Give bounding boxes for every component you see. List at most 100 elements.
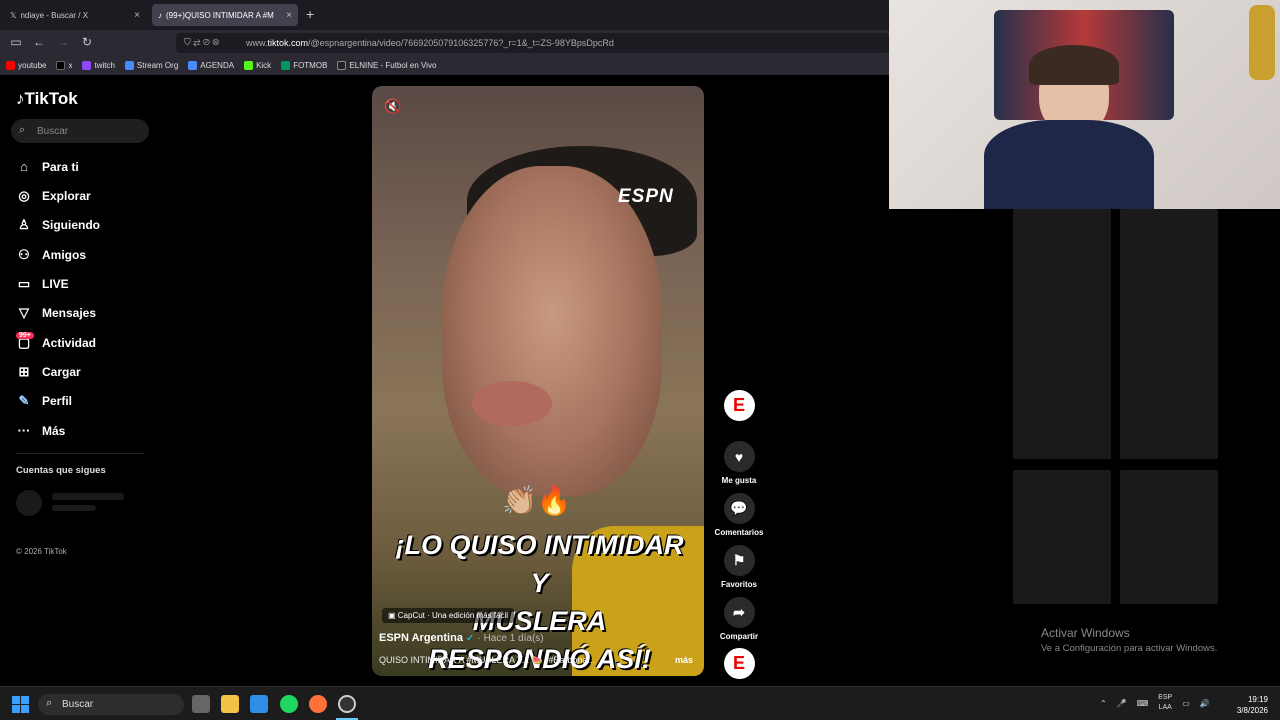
- author-avatar-button[interactable]: E: [714, 390, 764, 421]
- bookmark-fotmob[interactable]: FOTMOB: [281, 61, 327, 70]
- display-icon[interactable]: ▭: [1182, 699, 1190, 708]
- profile-icon: ✎: [18, 393, 30, 408]
- video-description: QUISO INTIMIDAR A #MUSLERA Y... 🍉 ¡#Barb…: [379, 655, 595, 665]
- sidebar-item-mensajes[interactable]: ▽ Mensajes: [16, 305, 96, 321]
- video-player[interactable]: ESPN 🔇 👏🏼🔥 ¡LO QUISO INTIMIDAR Y MUSLERA…: [372, 86, 704, 676]
- close-tab-icon[interactable]: ×: [286, 10, 292, 21]
- heart-icon: ♥: [723, 441, 755, 472]
- spotify-icon[interactable]: [280, 695, 298, 713]
- sidebar-item-amigos[interactable]: ⚇ Amigos: [16, 247, 86, 263]
- search-icon: ⌕: [46, 697, 53, 709]
- notepad-icon[interactable]: [250, 695, 268, 713]
- tab-tiktok-video[interactable]: ♪ (99+)QUISO INTIMIDAR A #M ×: [152, 4, 298, 26]
- video-thumb-placeholder[interactable]: [1120, 325, 1218, 459]
- video-thumb-placeholder[interactable]: [1120, 470, 1218, 604]
- new-tab-icon[interactable]: +: [306, 6, 314, 22]
- url-text: www.tiktok.com/@espnargentina/video/7669…: [246, 38, 614, 48]
- bookmark-kick[interactable]: Kick: [244, 61, 271, 70]
- chevron-up-icon[interactable]: ⌃: [1100, 699, 1107, 708]
- obs-icon[interactable]: [338, 695, 356, 713]
- bookmark-agenda[interactable]: AGENDA: [188, 61, 234, 70]
- bookmark-youtube[interactable]: youtube: [6, 61, 46, 70]
- tab-x-search[interactable]: 𝕏 ndiaye - Buscar / X ×: [4, 4, 146, 26]
- x-logo-icon: [56, 61, 66, 70]
- sidebar-item-explorar[interactable]: ◎ Explorar: [16, 188, 90, 204]
- espn-watermark: ESPN: [618, 186, 674, 207]
- webcam-overlay: [889, 0, 1280, 209]
- video-thumb-placeholder[interactable]: [1013, 470, 1111, 604]
- file-explorer-icon[interactable]: [221, 695, 239, 713]
- doc-icon: [124, 61, 134, 70]
- comment-icon: 💬: [723, 493, 755, 524]
- shield-icon[interactable]: ⛉ ⇄ ⊘ ⊗: [184, 37, 219, 48]
- language-indicator[interactable]: ESP LAA: [1158, 693, 1172, 713]
- loading-avatar: [16, 490, 42, 516]
- url-bar[interactable]: ⛉ ⇄ ⊘ ⊗ www.tiktok.com/@espnargentina/vi…: [176, 33, 889, 53]
- verified-icon: ✓: [466, 633, 475, 644]
- video-thumb-placeholder[interactable]: [1013, 325, 1111, 459]
- x-logo-icon: 𝕏: [10, 10, 17, 20]
- keyboard-icon[interactable]: ⌨: [1137, 699, 1149, 708]
- more-link[interactable]: más: [675, 655, 693, 665]
- tab-label: (99+)QUISO INTIMIDAR A #M: [166, 10, 274, 20]
- sidebar-item-perfil[interactable]: ✎ Perfil: [16, 393, 72, 409]
- system-tray: ⌃ 🎤 ⌨ ESP LAA ▭ 🔊: [1100, 693, 1210, 713]
- taskbar-clock[interactable]: 19:19 3/8/2026: [1230, 694, 1268, 716]
- comments-button[interactable]: 💬 Comentarios: [714, 493, 764, 537]
- bookmark-icon: ⚑: [723, 545, 755, 576]
- sound-avatar-button[interactable]: E: [714, 648, 764, 679]
- video-thumb-placeholder[interactable]: [1013, 209, 1111, 343]
- youtube-icon: [6, 61, 15, 70]
- close-tab-icon[interactable]: ×: [134, 10, 140, 21]
- forward-icon[interactable]: →: [54, 35, 72, 49]
- activity-badge: 99+: [16, 332, 34, 339]
- trophy-icon: [1249, 5, 1275, 80]
- back-icon[interactable]: ←: [30, 35, 48, 49]
- volume-icon[interactable]: 🔊: [1200, 699, 1210, 708]
- messages-icon: ▽: [19, 305, 29, 320]
- video-thumb-placeholder[interactable]: [1120, 209, 1218, 343]
- task-view-icon[interactable]: [192, 695, 210, 713]
- windows-start-icon[interactable]: [12, 696, 29, 713]
- live-icon: ▭: [17, 276, 31, 291]
- sidebar-item-live[interactable]: ▭ LIVE: [16, 276, 69, 292]
- browser-tab-bar: 𝕏 ndiaye - Buscar / X × ♪ (99+)QUISO INT…: [0, 0, 889, 30]
- mute-icon[interactable]: 🔇: [384, 98, 401, 115]
- capcut-icon: ▣: [388, 611, 398, 620]
- firefox-icon[interactable]: [309, 695, 327, 713]
- capcut-tag[interactable]: ▣ CapCut · Una edición más fácil: [382, 608, 515, 623]
- following-icon: ♙: [18, 217, 30, 232]
- share-button[interactable]: ➦ Compartir: [714, 597, 764, 641]
- sidebar-item-mas[interactable]: ··· Más: [16, 423, 66, 438]
- video-author[interactable]: ESPN Argentina ✓ · Hace 1 día(s): [379, 632, 544, 644]
- tiktok-sidebar: ♪TikTok ⌕ Buscar ⌂ Para ti ◎ Explorar ♙ Sig…: [0, 75, 160, 686]
- reload-icon[interactable]: ↻: [78, 35, 96, 49]
- upload-icon: ⊞: [18, 364, 30, 379]
- fotmob-icon: [281, 61, 291, 70]
- bookmark-stream-org[interactable]: Stream Org: [124, 61, 178, 70]
- search-input[interactable]: ⌕ Buscar: [11, 119, 149, 143]
- friends-icon: ⚇: [18, 247, 30, 262]
- browser-nav-bar: ▭ ← → ↻ ⛉ ⇄ ⊘ ⊗ www.tiktok.com/@espnarge…: [0, 30, 889, 56]
- calendar-icon: [188, 61, 198, 70]
- like-button[interactable]: ♥ Me gusta: [714, 441, 764, 485]
- more-icon: ···: [17, 423, 31, 438]
- tiktok-note-icon: ♪: [16, 89, 25, 108]
- favorites-button[interactable]: ⚑ Favoritos: [714, 545, 764, 589]
- sidebar-item-cargar[interactable]: ⊞ Cargar: [16, 364, 81, 380]
- sidebar-toggle-icon[interactable]: ▭: [7, 35, 25, 49]
- bookmark-elnine[interactable]: ELNINE - Futbol en Vivo: [337, 61, 436, 70]
- tiktok-logo[interactable]: ♪TikTok: [16, 89, 78, 109]
- tiktok-favicon-icon: ♪: [158, 10, 162, 20]
- espn-sound-icon: E: [723, 648, 755, 679]
- sidebar-item-para-ti[interactable]: ⌂ Para ti: [16, 159, 79, 174]
- microphone-icon[interactable]: 🎤: [1117, 699, 1127, 708]
- windows-taskbar: ⌕ Buscar ⌃ 🎤 ⌨ ESP LAA ▭ 🔊 19:19 3/8/2026: [0, 686, 1280, 720]
- taskbar-search[interactable]: ⌕ Buscar: [38, 694, 184, 715]
- following-heading: Cuentas que sigues: [16, 465, 106, 476]
- elnine-icon: [337, 61, 347, 70]
- streamer-jacket: [984, 120, 1154, 209]
- sidebar-item-siguiendo[interactable]: ♙ Siguiendo: [16, 217, 100, 233]
- bookmark-x[interactable]: x: [56, 61, 72, 70]
- bookmark-twitch[interactable]: twitch: [82, 61, 115, 70]
